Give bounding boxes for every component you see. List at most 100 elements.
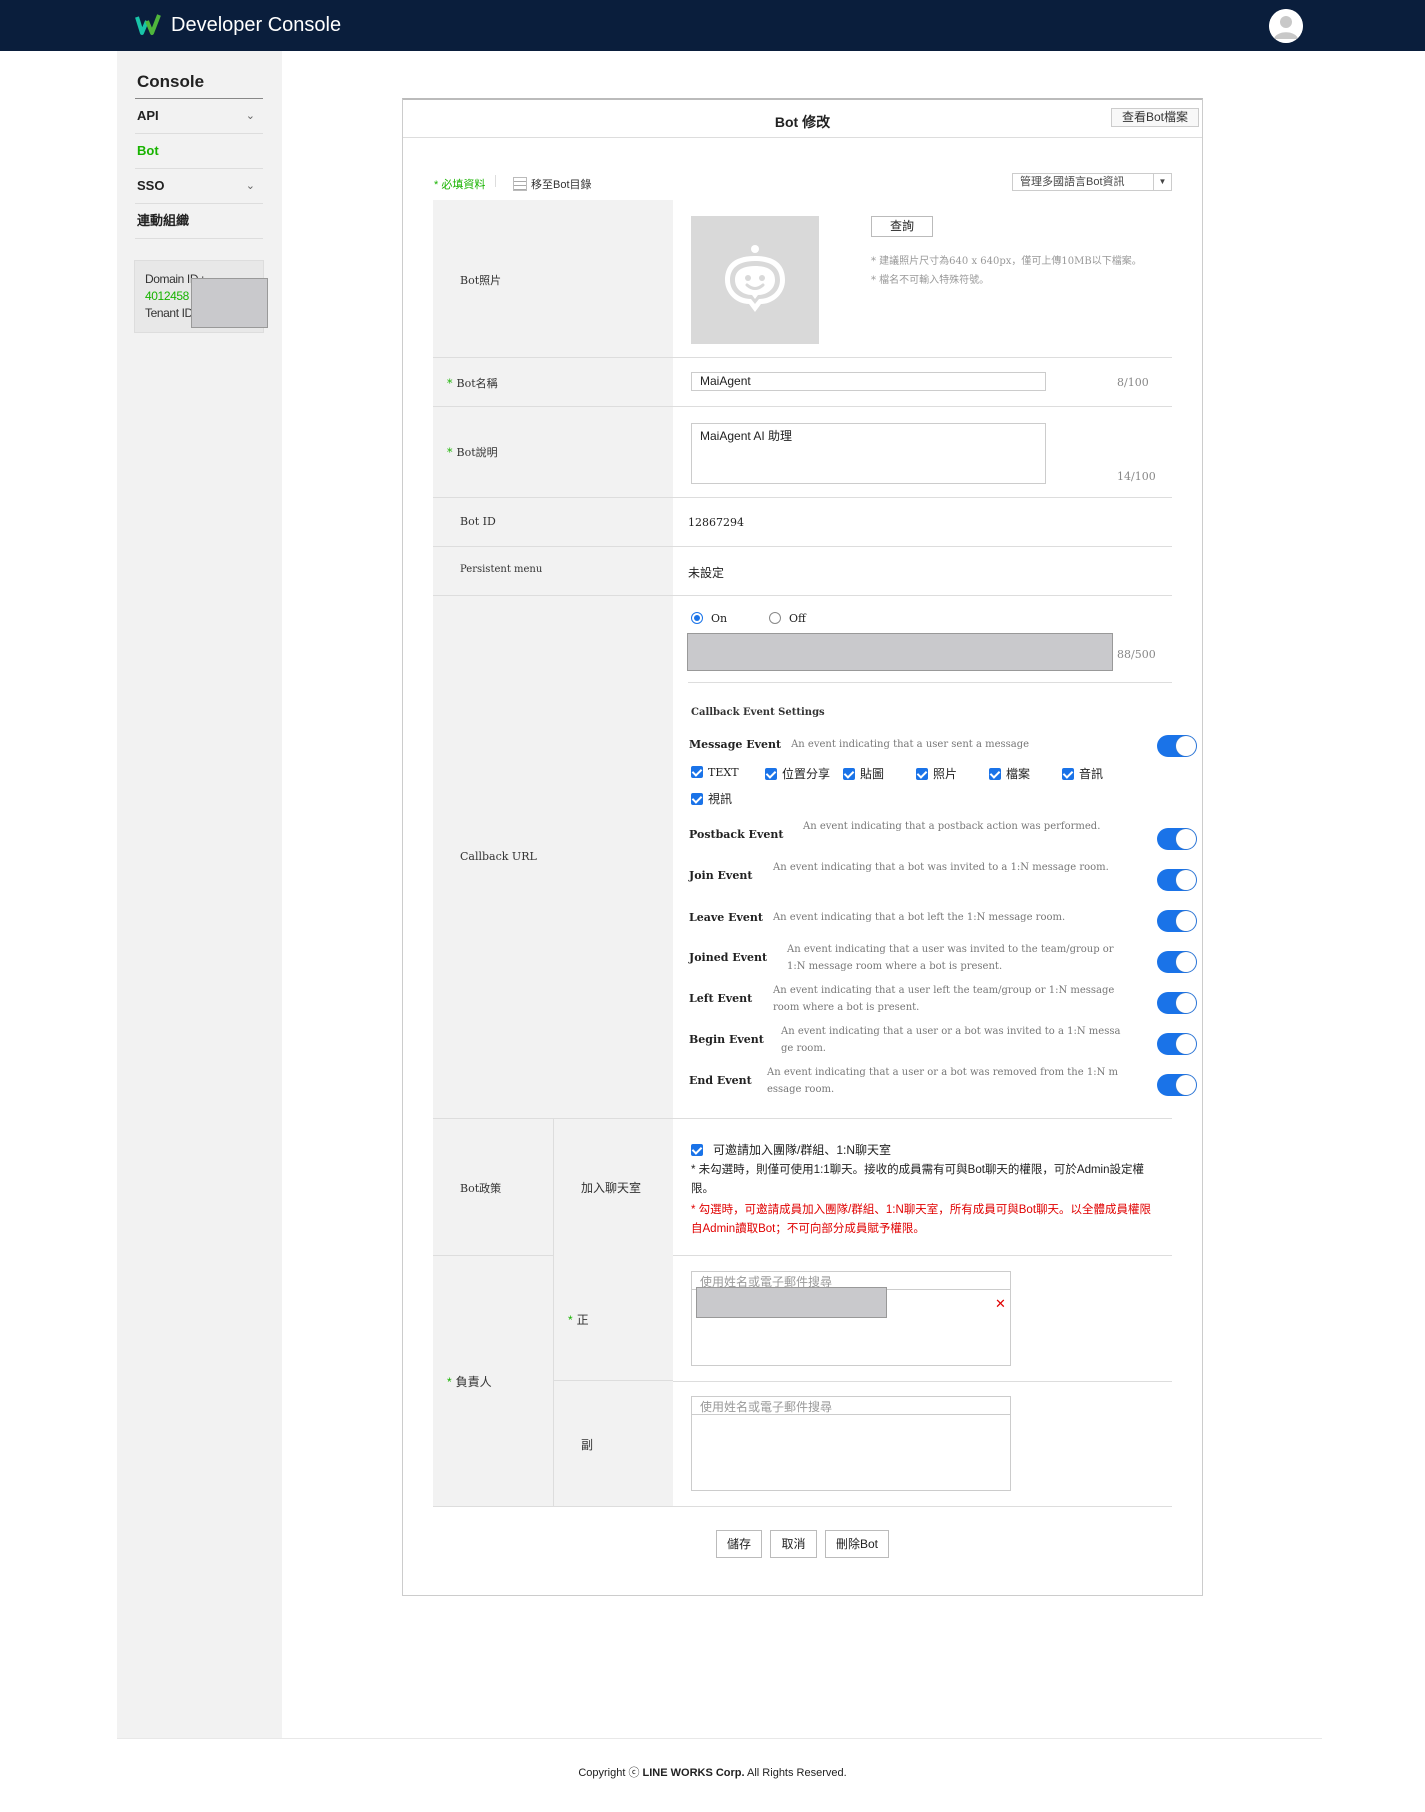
secondary-search-input[interactable]: 使用姓名或電子郵件搜尋: [691, 1396, 1011, 1415]
left-event-item: Left Event An event indicating that a use…: [689, 982, 1129, 1016]
sidebar-item-label: SSO: [137, 178, 165, 193]
query-photo-button[interactable]: 查詢: [871, 216, 933, 237]
checkbox-checked-icon: [691, 766, 703, 778]
selected-manager-redacted: [696, 1287, 887, 1318]
app-title: Developer Console: [171, 14, 342, 36]
callback-settings-title: Callback Event Settings: [691, 707, 825, 718]
type-checkbox-location[interactable]: 位置分享: [765, 765, 830, 782]
user-avatar-button[interactable]: [1269, 9, 1303, 43]
event-description: An event indicating that a user or a bot…: [767, 1067, 1118, 1095]
cancel-button[interactable]: 取消: [770, 1530, 817, 1558]
event-name: Leave Event: [689, 911, 763, 924]
message-event-toggle[interactable]: [1157, 735, 1197, 757]
bot-name-row: * Bot名稱 MaiAgent 8/100: [433, 358, 1172, 407]
sidebar-item-api[interactable]: API ⌄: [135, 99, 263, 134]
required-mark: *: [568, 1313, 573, 1327]
required-note: * 必填資料: [434, 179, 486, 191]
sidebar: Console API ⌄ Bot SSO ⌄ 連動組織 Domain ID : 4…: [117, 51, 282, 1738]
user-icon: [1269, 9, 1303, 43]
event-name: Begin Event: [689, 1033, 764, 1046]
sidebar-item-sso[interactable]: SSO ⌄: [135, 169, 263, 204]
join-event-item: Join Event An event indicating that a bot…: [689, 859, 1129, 884]
event-description: An event indicating that a user left the…: [773, 985, 1115, 1013]
line-works-logo[interactable]: [135, 13, 163, 37]
begin-event-toggle[interactable]: [1157, 1033, 1197, 1055]
event-name: End Event: [689, 1074, 752, 1087]
bot-description-label-text: Bot說明: [456, 446, 498, 459]
type-checkbox-video[interactable]: 視訊: [691, 790, 732, 807]
bot-description-count: 14/100: [1117, 470, 1156, 483]
view-bot-file-button[interactable]: 查看Bot檔案: [1111, 108, 1199, 127]
leave-event-toggle[interactable]: [1157, 910, 1197, 932]
checkbox-checked-icon: [691, 793, 703, 805]
form-actions: 儲存 取消 刪除Bot: [403, 1530, 1202, 1558]
callback-url-row: Callback URL On Off 88/500 Callback Even…: [433, 596, 1197, 1118]
bot-id-value: 12867294: [688, 516, 744, 529]
sidebar-item-label: Bot: [137, 143, 159, 158]
joined-event-toggle[interactable]: [1157, 951, 1197, 973]
callback-url-label: Callback URL: [460, 850, 537, 863]
type-checkbox-image[interactable]: 照片: [916, 765, 957, 782]
checkbox-checked-icon: [989, 768, 1001, 780]
sidebar-title: Console: [137, 72, 205, 91]
policy-warning: * 勾選時，可邀請成員加入團隊/群組、1:N聊天室，所有成員可與Bot聊天。以全…: [691, 1204, 1152, 1235]
type-checkbox-audio[interactable]: 音訊: [1062, 765, 1103, 782]
checkbox-checked-icon: [1062, 768, 1074, 780]
redacted-area: [191, 278, 268, 328]
delete-bot-button[interactable]: 刪除Bot: [824, 1530, 889, 1558]
event-name: Joined Event: [689, 951, 768, 964]
message-event-item: Message Event An event indicating that a …: [689, 736, 1129, 753]
event-description: An event indicating that a postback acti…: [803, 821, 1101, 832]
sidebar-item-linked-org[interactable]: 連動組織: [135, 204, 263, 239]
callback-on-label: On: [711, 612, 728, 625]
rights-text: All Rights Reserved.: [747, 1767, 847, 1779]
language-select[interactable]: 管理多國語言Bot資訊 ▼: [1012, 173, 1172, 191]
chevron-down-icon: ⌄: [245, 180, 255, 192]
footer: Copyright ⓒ LINE WORKS Corp. All Rights …: [0, 1764, 1425, 1780]
persistent-menu-value: 未設定: [688, 566, 725, 580]
type-checkbox-file[interactable]: 檔案: [989, 765, 1030, 782]
bot-name-label: * Bot名稱: [447, 375, 498, 391]
event-description: An event indicating that a bot left the …: [772, 912, 1066, 923]
language-select-value: 管理多國語言Bot資訊: [1020, 176, 1125, 188]
bot-id-label: Bot ID: [460, 515, 496, 528]
event-name: Left Event: [689, 992, 753, 1005]
type-checkbox-sticker[interactable]: 貼圖: [843, 765, 884, 782]
type-checkbox-text[interactable]: TEXT: [691, 766, 739, 779]
type-label: TEXT: [708, 766, 739, 779]
bot-avatar-icon: [725, 245, 785, 312]
postback-event-toggle[interactable]: [1157, 828, 1197, 850]
checkbox-checked-icon: [843, 768, 855, 780]
primary-sub-label-cell: * 正: [553, 1256, 673, 1381]
primary-label-text: 正: [576, 1313, 589, 1327]
left-event-toggle[interactable]: [1157, 992, 1197, 1014]
list-icon: [513, 177, 527, 191]
event-name: Join Event: [689, 869, 753, 882]
allow-invite-checkbox[interactable]: 可邀請加入團隊/群組、1:N聊天室: [691, 1141, 891, 1158]
primary-manager-box: 使用姓名或電子郵件搜尋 ✕: [691, 1271, 1011, 1366]
end-event-toggle[interactable]: [1157, 1074, 1197, 1096]
bot-name-input[interactable]: MaiAgent: [691, 372, 1046, 391]
move-to-bot-list-link[interactable]: 移至Bot目錄: [513, 176, 592, 192]
company-name: LINE WORKS Corp.: [642, 1767, 745, 1779]
footer-divider: [117, 1738, 1322, 1739]
type-label: 照片: [933, 767, 958, 781]
row-label-cell: Bot ID: [433, 498, 673, 546]
type-label: 視訊: [708, 792, 733, 806]
manager-row: * 負責人 * 正 副 使用姓名或電子郵件搜尋 ✕ 使用姓名或電子郵件搜尋: [433, 1256, 1172, 1507]
sidebar-item-label: 連動組織: [137, 213, 190, 228]
join-event-toggle[interactable]: [1157, 869, 1197, 891]
event-description: An event indicating that a user sent a m…: [791, 739, 1030, 750]
callback-on-radio[interactable]: On: [691, 612, 727, 625]
photo-filename-note: * 檔名不可輸入特殊符號。: [871, 275, 990, 286]
remove-icon[interactable]: ✕: [995, 1296, 1006, 1312]
sidebar-item-bot[interactable]: Bot: [135, 134, 263, 169]
callback-url-input-redacted[interactable]: [687, 633, 1113, 671]
bot-photo[interactable]: [691, 216, 819, 344]
callback-off-radio[interactable]: Off: [769, 612, 806, 625]
required-mark: *: [447, 377, 453, 390]
bot-description-textarea[interactable]: MaiAgent AI 助理: [691, 423, 1046, 484]
row-label-cell: Persistent menu: [433, 547, 673, 595]
save-button[interactable]: 儲存: [716, 1530, 763, 1558]
bot-edit-panel: Bot 修改 查看Bot檔案 * 必填資料 移至Bot目錄 管理多國語言Bot資…: [402, 98, 1203, 1596]
